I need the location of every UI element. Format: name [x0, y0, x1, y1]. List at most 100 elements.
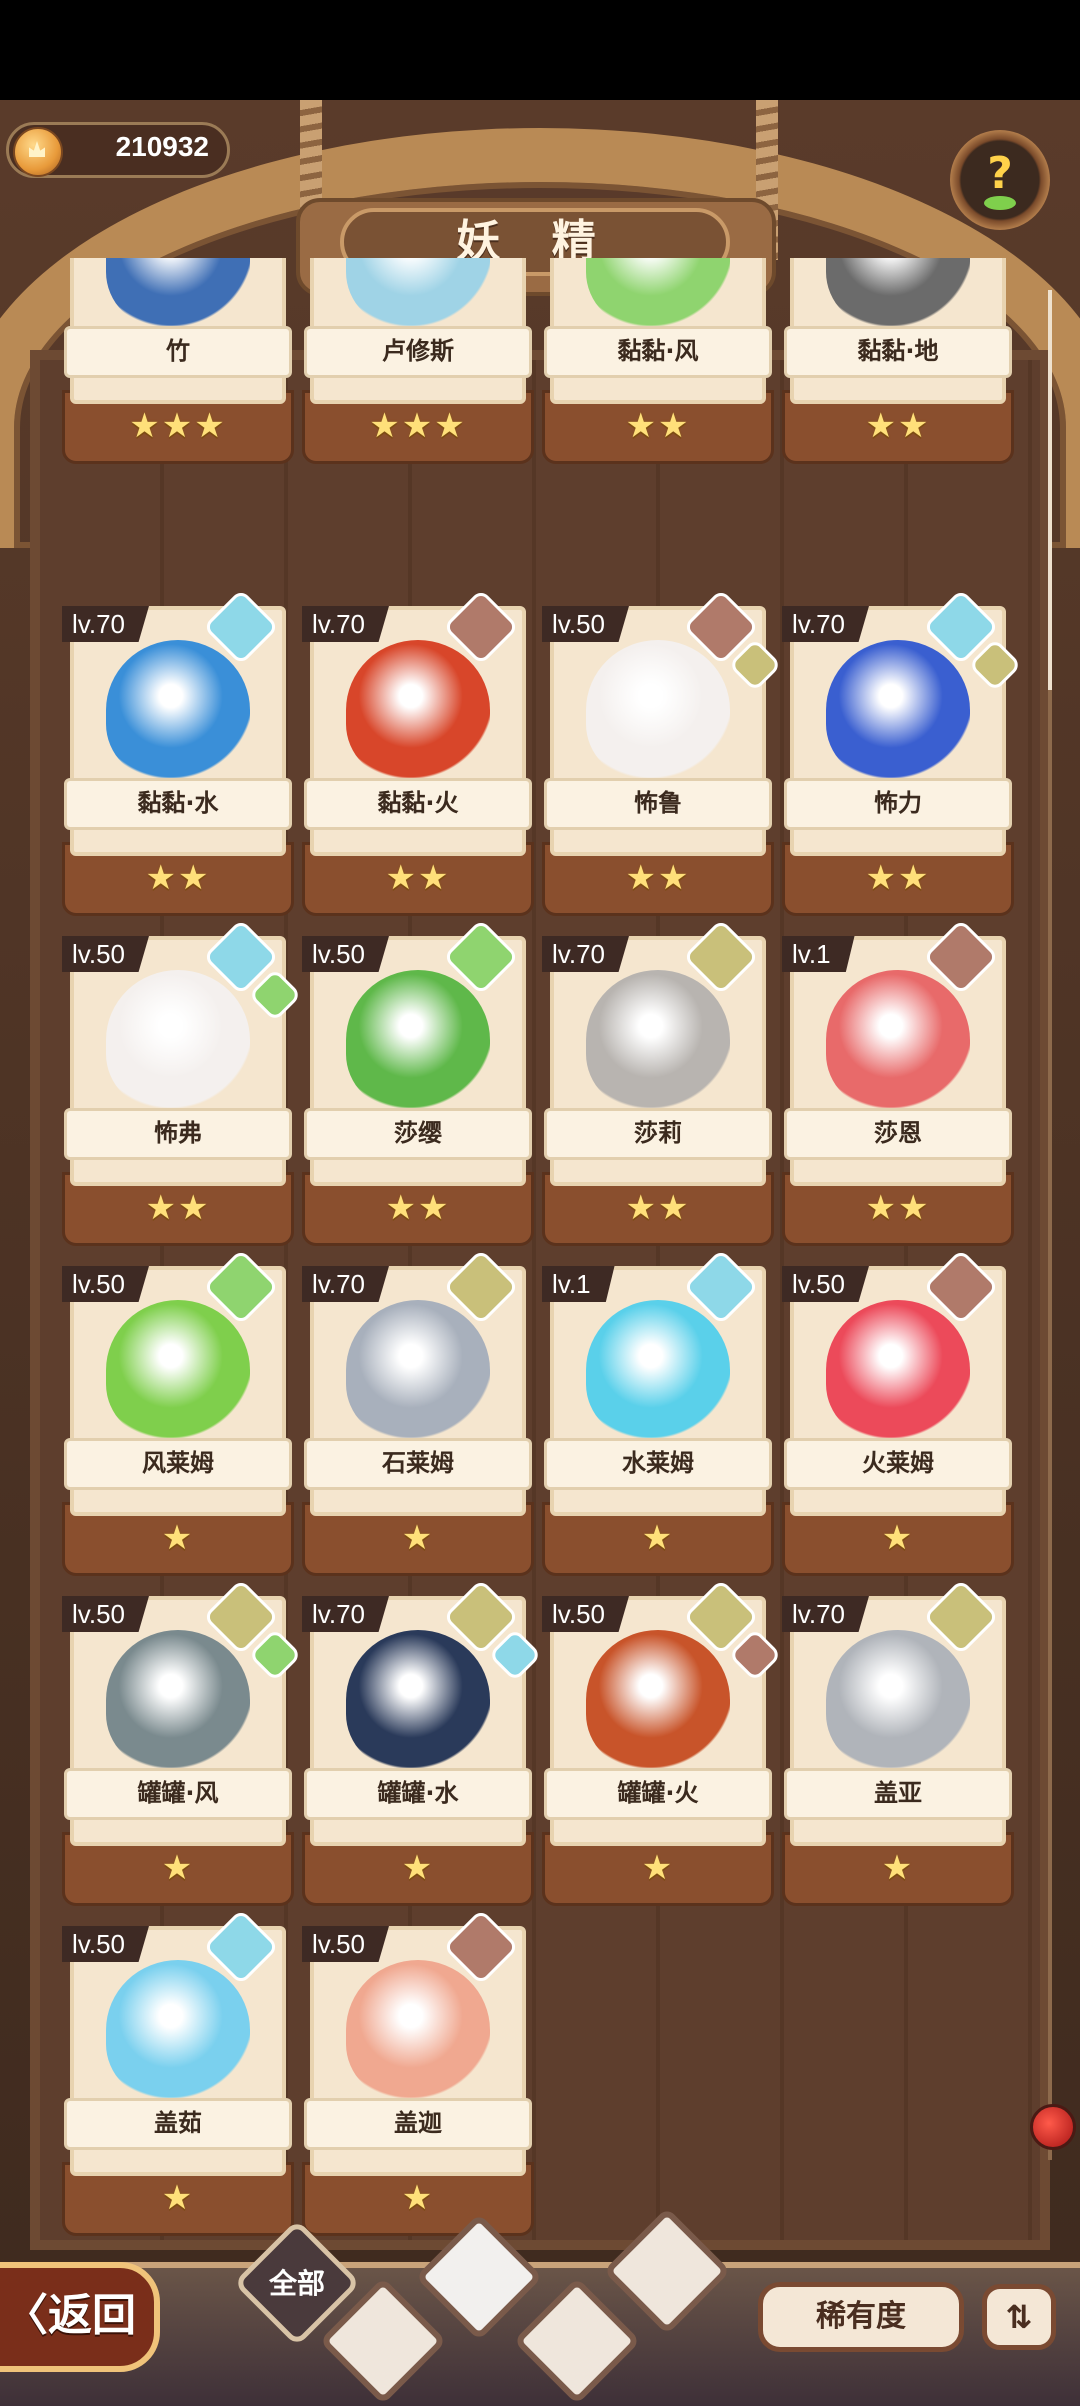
sprite-card[interactable]: 罐罐·水 ★ lv.70 — [302, 1578, 542, 1906]
sprite-portrait — [826, 1300, 970, 1440]
sprite-card[interactable]: 卢修斯 ★★★ — [302, 258, 534, 464]
sprite-portrait — [346, 1630, 490, 1770]
sprite-portrait — [106, 1300, 250, 1440]
level-badge: lv.50 — [542, 1596, 629, 1632]
sprite-card[interactable]: 怖力 ★★ lv.70 — [782, 588, 1022, 916]
level-badge: lv.70 — [302, 1596, 389, 1632]
sprite-name: 石莱姆 — [304, 1438, 532, 1490]
level-badge: lv.50 — [62, 1596, 149, 1632]
sprite-card[interactable]: 风莱姆 ★ lv.50 — [62, 1248, 294, 1576]
star-rating: ★ — [881, 1848, 915, 1888]
rarity-sort-button[interactable]: 稀有度 — [758, 2282, 964, 2352]
star-rating: ★ — [161, 1518, 195, 1558]
star-rating: ★ — [401, 1848, 435, 1888]
star-rating: ★★ — [625, 1188, 691, 1228]
sprite-card[interactable]: 盖迦 ★ lv.50 — [302, 1908, 534, 2236]
sprite-name: 竹 — [64, 326, 292, 378]
sprite-card[interactable]: 罐罐·风 ★ lv.50 — [62, 1578, 302, 1906]
sort-list-icon[interactable]: ⇅ — [982, 2284, 1056, 2350]
level-badge: lv.50 — [62, 1266, 149, 1302]
sprite-name: 黏黏·地 — [784, 326, 1012, 378]
sprite-name: 黏黏·水 — [64, 778, 292, 830]
sprite-card[interactable]: 罐罐·火 ★ lv.50 — [542, 1578, 782, 1906]
level-badge: lv.50 — [542, 606, 629, 642]
sprite-name: 黏黏·火 — [304, 778, 532, 830]
star-rating: ★ — [641, 1848, 675, 1888]
star-rating: ★★ — [625, 406, 691, 446]
sprite-card[interactable]: 水莱姆 ★ lv.1 — [542, 1248, 774, 1576]
sprite-card[interactable]: 盖亚 ★ lv.70 — [782, 1578, 1014, 1906]
sprite-card[interactable]: 黏黏·地 ★★ — [782, 258, 1014, 464]
level-badge: lv.70 — [542, 936, 629, 972]
star-rating: ★★ — [865, 858, 931, 898]
level-badge: lv.70 — [782, 606, 869, 642]
sprite-card[interactable]: 莎莉 ★★ lv.70 — [542, 918, 774, 1246]
sprite-name: 莎缨 — [304, 1108, 532, 1160]
star-rating: ★★ — [625, 858, 691, 898]
sprite-name: 莎恩 — [784, 1108, 1012, 1160]
sprite-name: 黏黏·风 — [544, 326, 772, 378]
sprite-portrait — [586, 258, 730, 328]
level-badge: lv.70 — [302, 1266, 389, 1302]
sprite-portrait — [346, 970, 490, 1110]
sprite-name: 怖鲁 — [544, 778, 772, 830]
sprite-card[interactable]: 莎缨 ★★ lv.50 — [302, 918, 534, 1246]
sprite-card[interactable]: 盖茹 ★ lv.50 — [62, 1908, 294, 2236]
sprite-portrait — [106, 258, 250, 328]
sprite-card[interactable]: 竹 ★★★ — [62, 258, 294, 464]
sprite-card[interactable]: 黏黏·火 ★★ lv.70 — [302, 588, 534, 916]
sprite-portrait — [586, 1300, 730, 1440]
sprite-portrait — [106, 970, 250, 1110]
filter-all-label: 全部 — [268, 2267, 325, 2300]
star-rating: ★★ — [385, 1188, 451, 1228]
star-rating: ★ — [401, 1518, 435, 1558]
sprite-portrait — [106, 1630, 250, 1770]
sprite-portrait — [106, 640, 250, 780]
level-badge: lv.50 — [62, 936, 149, 972]
sprite-name: 罐罐·水 — [304, 1768, 532, 1820]
sprite-name: 罐罐·风 — [64, 1768, 292, 1820]
sprite-portrait — [346, 1300, 490, 1440]
sprite-name: 风莱姆 — [64, 1438, 292, 1490]
sprite-portrait — [346, 258, 490, 328]
star-rating: ★★ — [145, 858, 211, 898]
sprite-card[interactable]: 黏黏·水 ★★ lv.70 — [62, 588, 294, 916]
sprite-name: 怖弗 — [64, 1108, 292, 1160]
sprite-portrait — [826, 1630, 970, 1770]
sprite-name: 盖迦 — [304, 2098, 532, 2150]
star-rating: ★★★ — [129, 406, 227, 446]
sprite-card[interactable]: 石莱姆 ★ lv.70 — [302, 1248, 534, 1576]
sprite-card[interactable]: 莎恩 ★★ lv.1 — [782, 918, 1014, 1246]
sprite-name: 怖力 — [784, 778, 1012, 830]
level-badge: lv.50 — [302, 1926, 389, 1962]
star-rating: ★ — [401, 2178, 435, 2218]
sprite-name: 盖茹 — [64, 2098, 292, 2150]
sprite-portrait — [346, 640, 490, 780]
level-badge: lv.50 — [782, 1266, 869, 1302]
sprite-name: 火莱姆 — [784, 1438, 1012, 1490]
star-rating: ★★ — [865, 1188, 931, 1228]
star-rating: ★ — [641, 1518, 675, 1558]
star-rating: ★★ — [145, 1188, 211, 1228]
star-rating: ★★ — [865, 406, 931, 446]
sprite-name: 水莱姆 — [544, 1438, 772, 1490]
back-button[interactable]: 〈返回 — [0, 2262, 160, 2372]
sprite-portrait — [586, 970, 730, 1110]
sprite-card[interactable]: 怖弗 ★★ lv.50 — [62, 918, 302, 1246]
star-rating: ★★★ — [369, 406, 467, 446]
sprite-name: 罐罐·火 — [544, 1768, 772, 1820]
sprite-card[interactable]: 黏黏·风 ★★ — [542, 258, 774, 464]
sprite-name: 盖亚 — [784, 1768, 1012, 1820]
sprite-portrait — [586, 640, 730, 780]
level-badge: lv.1 — [782, 936, 855, 972]
star-rating: ★ — [161, 2178, 195, 2218]
sprite-portrait — [106, 1960, 250, 2100]
sprite-card[interactable]: 怖鲁 ★★ lv.50 — [542, 588, 782, 916]
sprite-portrait — [826, 970, 970, 1110]
star-rating: ★ — [161, 1848, 195, 1888]
level-badge: lv.50 — [62, 1926, 149, 1962]
level-badge: lv.70 — [302, 606, 389, 642]
red-ladybug-icon[interactable] — [1030, 2104, 1076, 2150]
sprite-card[interactable]: 火莱姆 ★ lv.50 — [782, 1248, 1014, 1576]
sprite-portrait — [826, 640, 970, 780]
